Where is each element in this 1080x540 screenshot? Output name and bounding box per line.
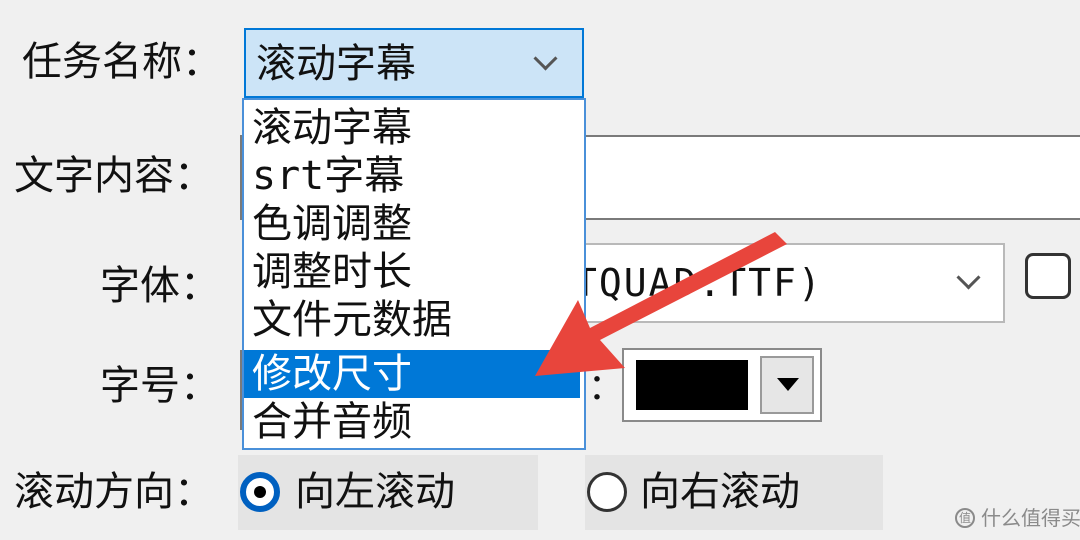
dropdown-option-merge-audio[interactable]: 合并音频 [244,398,580,446]
task-name-select[interactable]: 滚动字幕 [244,28,584,98]
scroll-left-radio[interactable] [240,472,280,512]
font-label: 字体： [100,263,220,309]
text-content-label: 文字内容： [14,153,214,199]
dropdown-option-resize[interactable]: 修改尺寸 [244,350,580,398]
dropdown-option-adjust-duration[interactable]: 调整时长 [244,248,580,296]
scroll-right-radio[interactable] [587,472,627,512]
task-name-value: 滚动字幕 [256,41,416,87]
color-picker[interactable] [622,348,822,422]
scroll-left-label[interactable]: 向左滚动 [295,468,455,516]
chevron-down-icon[interactable] [956,265,981,290]
watermark-icon: 值 [955,508,975,528]
font-select[interactable]: TQUAD.TTF) [560,243,1005,323]
triangle-down-icon [777,378,799,391]
font-size-label: 字号： [100,363,220,409]
color-swatch [636,360,748,410]
scroll-direction-label: 滚动方向： [14,469,214,515]
style-checkbox[interactable] [1025,253,1071,299]
font-value: TQUAD.TTF) [574,261,823,305]
dropdown-option-file-metadata[interactable]: 文件元数据 [244,296,580,344]
color-dropdown-button[interactable] [760,356,814,414]
dropdown-option-srt-subtitle[interactable]: srt字幕 [244,152,580,200]
task-name-label: 任务名称： [22,39,222,85]
watermark-text: 什么值得买 [981,506,1080,530]
dropdown-option-scroll-subtitle[interactable]: 滚动字幕 [244,104,580,152]
color-label: ： [588,367,625,408]
dropdown-option-color-adjust[interactable]: 色调调整 [244,200,580,248]
chevron-down-icon[interactable] [533,46,558,71]
watermark: 值 什么值得买 [955,506,1080,530]
scroll-right-label[interactable]: 向右滚动 [640,468,800,516]
task-name-dropdown-list[interactable]: 滚动字幕 srt字幕 色调调整 调整时长 文件元数据 修改尺寸 合并音频 [242,98,586,450]
